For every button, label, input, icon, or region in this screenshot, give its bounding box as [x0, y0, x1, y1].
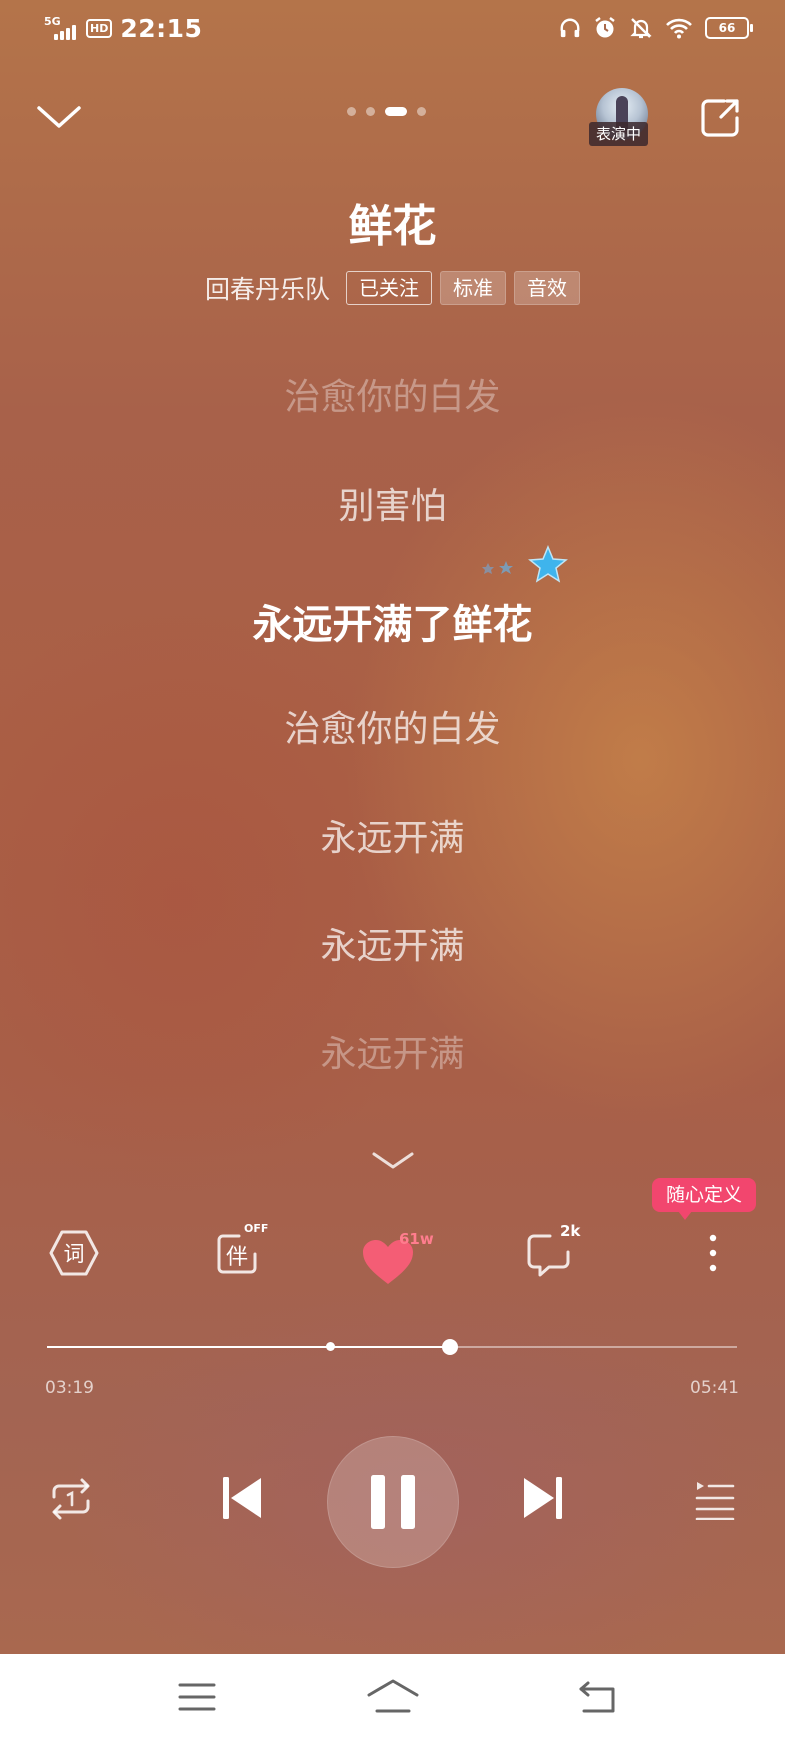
song-title: 鲜花: [348, 201, 437, 252]
wifi-icon: [666, 18, 692, 39]
quality-tag[interactable]: 标准: [440, 271, 506, 305]
follow-tag[interactable]: 已关注: [346, 271, 432, 305]
progress-marker: [325, 1342, 335, 1351]
lyric-line[interactable]: 永远开满: [0, 809, 785, 861]
home-icon[interactable]: [367, 1678, 419, 1714]
sound-effect-tag[interactable]: 音效: [514, 271, 580, 305]
progress-thumb[interactable]: [441, 1339, 458, 1355]
battery-level: 66: [718, 21, 736, 35]
alarm-icon: [595, 17, 615, 38]
signal-icon: 5G: [44, 16, 78, 42]
play-pause-button[interactable]: [327, 1436, 459, 1568]
lyric-hexagon-icon: 词: [49, 1230, 99, 1276]
accompany-label: 伴: [226, 1245, 248, 1270]
silent-bell-icon: [630, 18, 652, 39]
page-indicator[interactable]: [347, 107, 426, 116]
artist-name[interactable]: 回春丹乐队: [205, 270, 330, 306]
accompany-off-label: OFF: [244, 1222, 269, 1235]
song-meta: 回春丹乐队 已关注 标准 音效: [0, 270, 785, 306]
page-dot-active[interactable]: [385, 107, 407, 116]
pause-icon: [371, 1475, 415, 1529]
accompany-button[interactable]: 伴 OFF: [217, 1222, 268, 1276]
collapse-chevron-icon[interactable]: [36, 96, 82, 136]
like-button[interactable]: 61w: [361, 1230, 434, 1286]
current-time: 03:19: [45, 1378, 94, 1398]
playback-controls: [0, 1430, 785, 1570]
menu-icon[interactable]: [178, 1682, 216, 1712]
lyric-label: 词: [64, 1242, 85, 1266]
share-icon[interactable]: [700, 98, 740, 138]
hd-badge: HD: [86, 19, 113, 38]
comment-count: 2k: [560, 1222, 581, 1240]
repeat-one-icon[interactable]: [48, 1477, 94, 1521]
status-time: 22:15: [120, 14, 203, 43]
battery-icon: 66: [705, 17, 753, 39]
comment-button[interactable]: 2k: [526, 1222, 580, 1278]
page-dot[interactable]: [347, 107, 356, 116]
system-nav-bar: [0, 1654, 785, 1746]
playlist-icon[interactable]: [695, 1480, 735, 1520]
live-badge[interactable]: 表演中: [589, 122, 649, 146]
more-options-button[interactable]: [703, 1232, 723, 1276]
next-track-icon[interactable]: [522, 1475, 564, 1521]
lyric-line-current[interactable]: 永远开满了鲜花: [0, 592, 785, 650]
lyric-line[interactable]: 永远开满: [0, 917, 785, 969]
like-count: 61w: [399, 1230, 434, 1248]
back-icon[interactable]: [578, 1680, 620, 1714]
page-dot[interactable]: [366, 107, 375, 116]
customize-tooltip[interactable]: 随心定义: [652, 1178, 757, 1220]
lyric-line[interactable]: 永远开满: [0, 1025, 785, 1077]
status-bar: 5G HD 22:15 66: [0, 0, 785, 60]
top-bar: 表演中: [0, 70, 785, 160]
page-dot[interactable]: [417, 107, 426, 116]
lyric-line[interactable]: 治愈你的白发: [0, 368, 785, 420]
previous-track-icon[interactable]: [221, 1475, 263, 1521]
lyric-line[interactable]: 治愈你的白发: [0, 700, 785, 752]
lyric-line[interactable]: 别害怕: [0, 477, 785, 529]
headphones-icon: [560, 18, 580, 38]
more-vertical-icon: [709, 1234, 717, 1272]
action-row: 词 伴 OFF 61w 2k: [0, 1220, 785, 1290]
expand-lyrics-chevron-icon[interactable]: [371, 1148, 415, 1174]
progress-bar[interactable]: [47, 1339, 737, 1355]
accompany-icon: 伴: [217, 1234, 257, 1274]
progress-fill: [47, 1346, 450, 1348]
stars-decoration-icon: [482, 545, 568, 583]
lyric-poster-button[interactable]: 词: [49, 1230, 99, 1276]
total-time: 05:41: [690, 1378, 739, 1398]
